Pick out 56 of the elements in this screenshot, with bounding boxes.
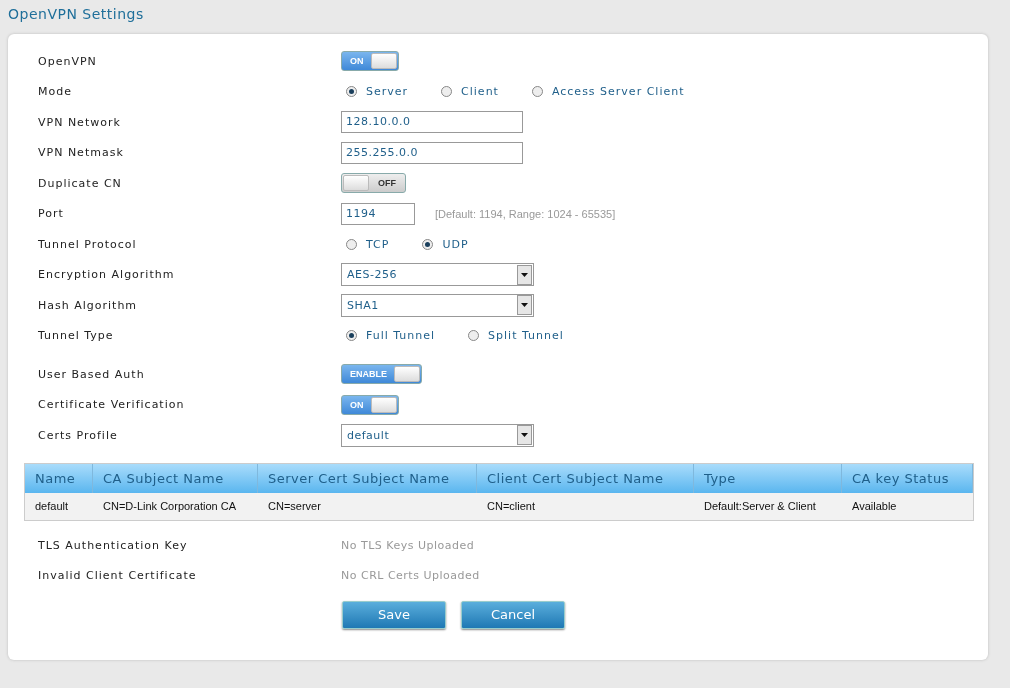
radio-option[interactable]: Full Tunnel <box>346 329 436 343</box>
radio-button[interactable] <box>346 330 357 342</box>
column-header: Name <box>25 463 93 493</box>
input-field[interactable]: 128.10.0.0 <box>341 111 523 134</box>
toggle-knob <box>343 175 369 192</box>
toggle-knob <box>370 53 397 70</box>
table-cell-text: CN=server <box>267 500 322 512</box>
table-cell-text: CN=D-Link Corporation CA <box>102 500 237 512</box>
field-label: TLS Authentication Key <box>37 539 189 552</box>
radio-button[interactable] <box>346 86 357 98</box>
radio-button[interactable] <box>441 86 453 98</box>
radio-option[interactable]: Split Tunnel <box>468 329 564 343</box>
input-field[interactable]: 255.255.0.0 <box>341 141 523 164</box>
radio-option[interactable]: Access Server Client <box>531 85 685 99</box>
radio-option[interactable]: Client <box>441 85 499 99</box>
column-header: CA Subject Name <box>93 463 258 493</box>
radio-button[interactable] <box>531 86 543 98</box>
radio-option[interactable]: UDP <box>422 237 469 251</box>
table-cell-text: Default:Server & Client <box>703 500 817 512</box>
field-label: Port <box>37 207 65 221</box>
radio-option[interactable]: TCP <box>346 237 390 251</box>
radio-button[interactable] <box>346 238 357 250</box>
column-header: Client Cert Subject Name <box>477 463 694 493</box>
status-text: No CRL Certs Uploaded <box>341 569 480 582</box>
table-cell-text: Available <box>851 500 898 512</box>
page-title: OpenVPN Settings <box>8 6 145 24</box>
field-label: Invalid Client Certificate <box>37 569 198 582</box>
column-header: Server Cert Subject Name <box>258 463 477 493</box>
range-hint: [Default: 1194, Range: 1024 - 65535] <box>435 207 616 220</box>
field-label: OpenVPN <box>37 54 98 68</box>
dropdown[interactable]: SHA1 <box>341 293 534 317</box>
dropdown[interactable]: AES-256 <box>341 263 534 287</box>
radio-button[interactable] <box>422 238 434 250</box>
field-label: Certificate Verification <box>37 398 186 412</box>
toggle-knob <box>394 366 420 383</box>
field-label: Hash Algorithm <box>37 298 139 312</box>
column-header: CA key Status <box>842 463 973 493</box>
toggle-knob <box>370 396 397 413</box>
field-label: Mode <box>37 85 73 99</box>
status-text: No TLS Keys Uploaded <box>341 539 475 552</box>
field-label: VPN Network <box>37 115 122 129</box>
field-label: Certs Profile <box>37 428 119 442</box>
radio-button[interactable] <box>468 330 480 342</box>
column-header: Type <box>694 463 842 493</box>
input-field[interactable]: 1194 <box>341 202 415 225</box>
toggle-switch[interactable]: OFF <box>341 173 406 194</box>
field-label: Duplicate CN <box>37 176 123 190</box>
field-label: User Based Auth <box>37 367 146 381</box>
field-label: Tunnel Type <box>37 329 115 343</box>
table-cell-text: default <box>34 500 70 512</box>
field-label: VPN Netmask <box>37 146 125 160</box>
field-label: Tunnel Protocol <box>37 237 138 251</box>
field-label: Encryption Algorithm <box>37 268 176 282</box>
dropdown[interactable]: default <box>341 423 534 447</box>
table-cell-text: CN=client <box>486 500 536 512</box>
radio-option[interactable]: Server <box>346 85 409 99</box>
